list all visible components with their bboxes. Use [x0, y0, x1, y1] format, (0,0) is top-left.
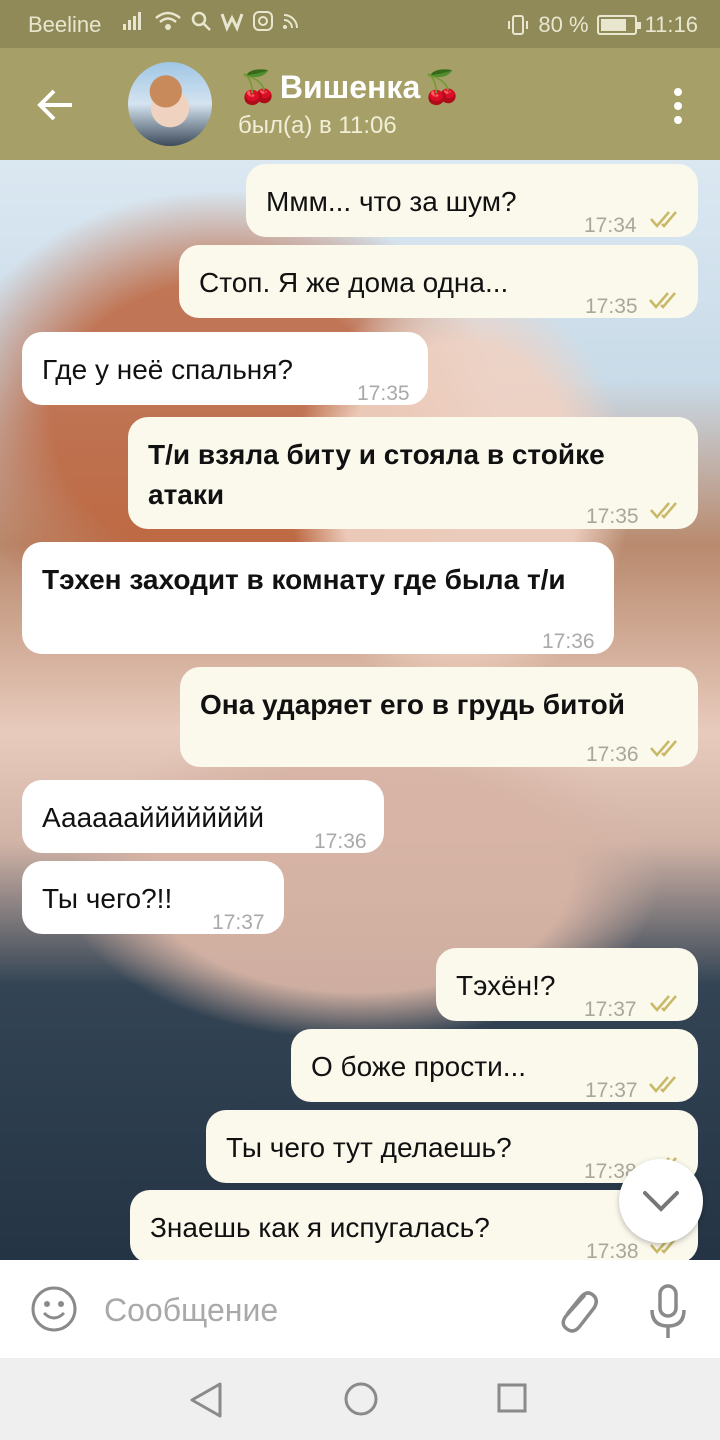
message-bubble[interactable]: Тэхен заходит в комнату где была т/и 17:… — [22, 542, 614, 654]
message-time: 17:37 — [585, 1079, 638, 1102]
vibrate-icon — [508, 15, 529, 35]
message-bubble[interactable]: Тэхён!? 17:37 — [436, 948, 698, 1021]
chat-header: 🍒 Вишенка 🍒 был(а) в 11:06 — [0, 48, 720, 160]
message-text: Аааааайййййййй — [42, 802, 264, 833]
message-bubble[interactable]: Она ударяет его в грудь битой 17:36 — [180, 667, 698, 767]
message-bubble[interactable]: Ммм... что за шум? 17:34 — [246, 164, 698, 237]
message-bubble[interactable]: О боже прости... 17:37 — [291, 1029, 698, 1102]
message-text: Знаешь как я испугалась? — [150, 1212, 490, 1243]
battery-percent: 80 % — [538, 12, 589, 37]
double-check-icon — [650, 502, 677, 519]
signal-icon — [123, 12, 141, 30]
message-time: 17:36 — [586, 743, 639, 766]
contact-name: Вишенка — [279, 68, 421, 105]
message-bubble[interactable]: Аааааайййййййй 17:36 — [22, 780, 384, 853]
message-time: 17:34 — [584, 214, 637, 237]
message-time: 17:35 — [357, 382, 410, 405]
system-nav-bar — [0, 1358, 720, 1440]
message-time: 17:36 — [542, 630, 595, 653]
message-text: Ты чего тут делаешь? — [226, 1132, 512, 1163]
message-text: Стоп. Я же дома одна... — [199, 267, 509, 298]
message-bubble[interactable]: Знаешь как я испугалась? 17:38 — [130, 1190, 698, 1260]
double-check-icon — [649, 292, 676, 309]
scroll-down-button[interactable] — [619, 1159, 703, 1243]
chat-title[interactable]: 🍒 Вишенка 🍒 — [238, 68, 462, 106]
message-text: Где у неё спальня? — [42, 354, 294, 385]
attach-icon[interactable] — [552, 1282, 600, 1338]
microphone-icon[interactable] — [646, 1282, 690, 1342]
message-input-bar — [0, 1260, 720, 1358]
search-icon — [191, 11, 211, 31]
instagram-icon — [253, 11, 273, 31]
back-arrow-icon[interactable] — [32, 82, 78, 128]
status-icons — [122, 10, 300, 32]
clock: 11:16 — [644, 12, 698, 37]
double-check-icon — [650, 211, 677, 228]
carrier-name: Beeline — [28, 12, 102, 37]
double-check-icon — [649, 1076, 676, 1093]
rss-icon — [283, 14, 298, 29]
message-time: 17:35 — [586, 505, 639, 528]
cherry-emoji-right: 🍒 — [422, 69, 463, 105]
message-input[interactable] — [104, 1282, 524, 1338]
double-check-icon — [650, 995, 677, 1012]
message-time: 17:37 — [212, 911, 265, 934]
chat-area[interactable]: Ммм... что за шум? 17:34 Стоп. Я же дома… — [0, 160, 720, 1260]
message-time: 17:35 — [585, 295, 638, 318]
message-text: Ммм... что за шум? — [266, 186, 517, 217]
last-seen-status: был(а) в 11:06 — [238, 112, 397, 139]
status-right: 80 % 11:16 — [506, 12, 698, 38]
nav-back-icon[interactable] — [188, 1380, 224, 1420]
message-text: Тэхен заходит в комнату где была т/и — [42, 564, 566, 595]
message-bubble[interactable]: Где у неё спальня? 17:35 — [22, 332, 428, 405]
message-bubble[interactable]: Стоп. Я же дома одна... 17:35 — [179, 245, 698, 318]
status-bar: Beeline 80 % 11:16 — [0, 0, 720, 48]
message-text: Она ударяет его в грудь битой — [200, 689, 625, 720]
message-time: 17:36 — [314, 830, 367, 853]
message-bubble[interactable]: Т/и взяла биту и стояла в стойке атаки 1… — [128, 417, 698, 529]
message-text: Ты чего?!! — [42, 883, 173, 914]
message-time: 17:37 — [584, 998, 637, 1021]
cherry-emoji-left: 🍒 — [238, 69, 278, 105]
double-check-icon — [650, 740, 677, 757]
emoji-icon[interactable] — [30, 1285, 78, 1333]
message-bubble[interactable]: Ты чего?!! 17:37 — [22, 861, 284, 934]
battery-icon — [596, 15, 641, 35]
message-text: О боже прости... — [311, 1051, 527, 1082]
nav-recent-icon[interactable] — [496, 1382, 528, 1414]
wifi-icon — [155, 11, 181, 30]
more-vertical-icon[interactable] — [668, 86, 688, 126]
app-w-icon — [220, 13, 244, 32]
nav-home-icon[interactable] — [342, 1380, 380, 1418]
message-text: Тэхён!? — [456, 970, 556, 1001]
chevron-down-icon — [643, 1191, 679, 1212]
avatar[interactable] — [128, 62, 212, 146]
